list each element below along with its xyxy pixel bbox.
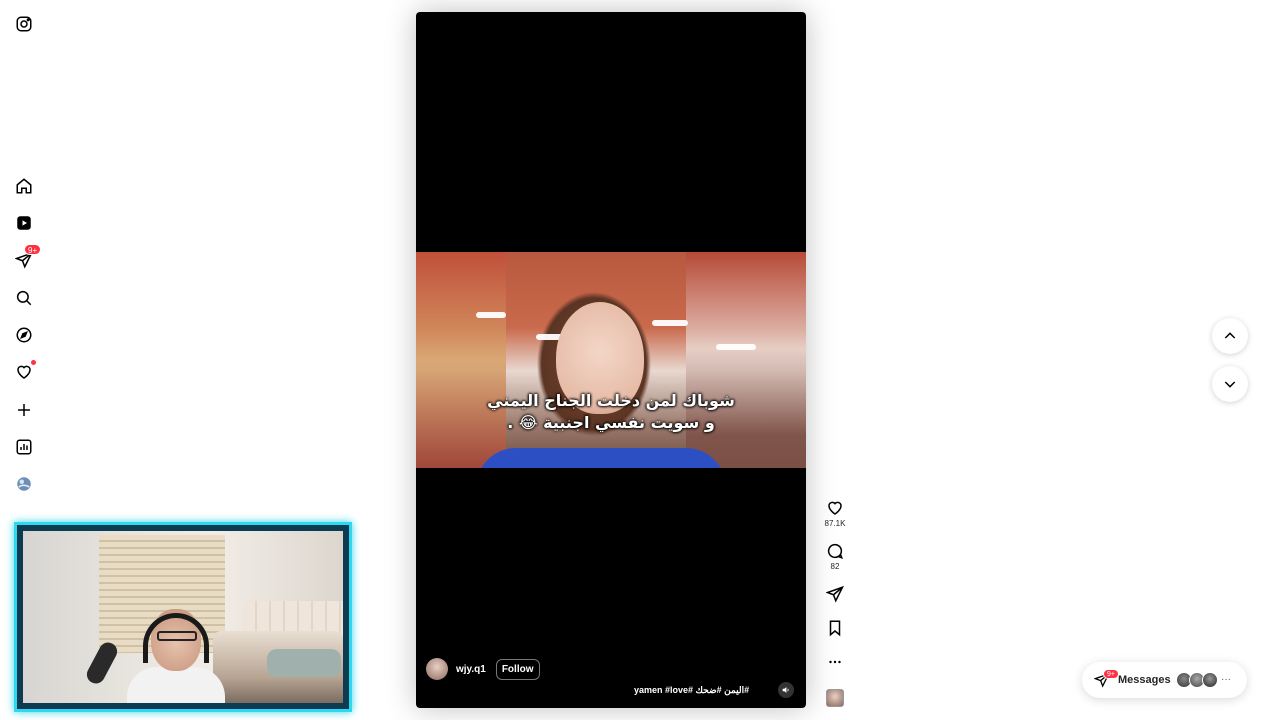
comment-icon[interactable] — [826, 542, 844, 560]
like-action[interactable]: 87.1K — [820, 499, 850, 528]
heart-icon[interactable] — [826, 499, 844, 517]
mute-button[interactable] — [778, 682, 794, 698]
webcam-feed — [23, 531, 343, 703]
profile-avatar[interactable] — [14, 474, 34, 494]
next-reel-button[interactable] — [1212, 366, 1248, 402]
like-count: 87.1K — [824, 519, 846, 528]
direct-icon[interactable]: 9+ — [14, 244, 42, 270]
messages-avatars: ··· — [1176, 672, 1231, 688]
comment-count: 82 — [830, 562, 840, 571]
reel-author: wjy.q1 Follow — [426, 658, 540, 680]
reel-hashtags[interactable]: yamen #love# اليمن #ضحك# — [634, 685, 749, 696]
video-frame — [416, 252, 806, 468]
create-plus-icon[interactable] — [14, 400, 34, 420]
more-options-icon[interactable] — [826, 653, 844, 671]
messages-label: Messages — [1118, 674, 1171, 686]
search-icon[interactable] — [14, 288, 34, 308]
messages-badge: 9+ — [1103, 669, 1119, 679]
notifications-heart-icon[interactable] — [14, 360, 36, 382]
audio-thumbnail[interactable] — [826, 689, 844, 707]
direct-badge: 9+ — [24, 244, 42, 255]
previous-reel-button[interactable] — [1212, 318, 1248, 354]
messages-button[interactable]: 9+ Messages ··· — [1082, 662, 1247, 698]
author-username[interactable]: wjy.q1 — [456, 664, 486, 675]
chevron-up-icon — [1224, 332, 1236, 339]
more-avatars-indicator: ··· — [1221, 674, 1231, 685]
share-action[interactable] — [820, 585, 850, 603]
caption-line-1: شوباك لمن دخلت الجناح اليمني — [487, 391, 735, 410]
dashboard-icon[interactable] — [14, 437, 34, 457]
notification-dot — [31, 360, 36, 365]
speaker-icon — [782, 687, 789, 693]
caption-line-2: و سويت نفسي اجنبية 😂 . — [507, 413, 715, 432]
comment-action[interactable]: 82 — [820, 542, 850, 571]
follow-button[interactable]: Follow — [495, 658, 540, 680]
video-caption: شوباك لمن دخلت الجناح اليمني و سويت نفسي… — [416, 390, 806, 434]
instagram-logo-icon[interactable] — [14, 14, 34, 34]
save-action[interactable] — [820, 619, 850, 637]
reel-video-player[interactable]: شوباك لمن دخلت الجناح اليمني و سويت نفسي… — [416, 12, 806, 708]
home-icon[interactable] — [14, 176, 34, 196]
webcam-overlay — [14, 522, 352, 712]
more-action[interactable] — [820, 653, 850, 671]
explore-icon[interactable] — [14, 325, 34, 345]
bookmark-icon[interactable] — [826, 619, 844, 637]
share-icon[interactable] — [826, 585, 844, 603]
chevron-down-icon — [1224, 381, 1236, 388]
reels-icon[interactable] — [14, 213, 34, 233]
author-avatar[interactable] — [426, 658, 448, 680]
message-avatar — [1202, 672, 1218, 688]
